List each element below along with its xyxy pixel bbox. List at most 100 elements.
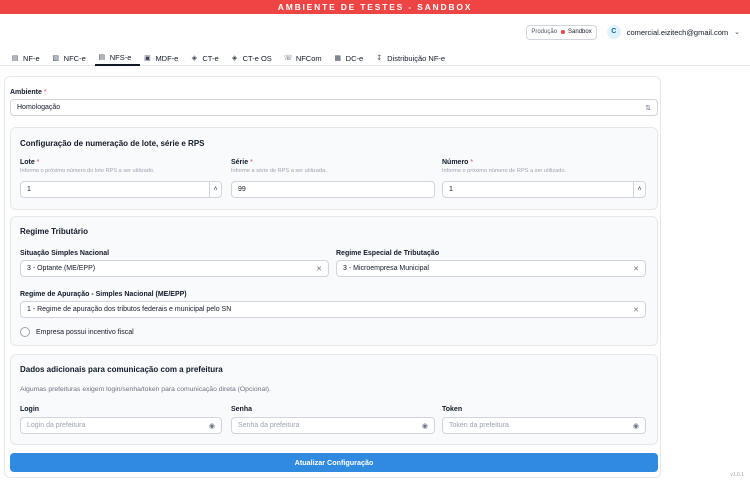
tab-dce[interactable]: ▦ DC-e (331, 50, 373, 66)
senha-label: Senha (231, 406, 253, 413)
package-icon: ◈ (231, 55, 238, 62)
login-label: Login (20, 406, 40, 413)
token-placeholder: Token da prefeitura (449, 422, 509, 429)
serie-hint: Informe a série de RPS a ser utilizada. (231, 168, 327, 174)
ambiente-label-text: Ambiente (10, 89, 42, 96)
regime-section: Regime Tributário Situação Simples Nacio… (10, 216, 658, 346)
required-mark: * (43, 89, 47, 96)
adicionais-title: Dados adicionais para comunicação com a … (20, 365, 223, 374)
tab-mdfe[interactable]: ▣ MDF-e (140, 50, 187, 66)
incentivo-checkbox[interactable] (20, 327, 30, 337)
incentivo-label: Empresa possui incentivo fiscal (36, 328, 134, 336)
tab-nfce[interactable]: ▧ NFC-e (49, 50, 95, 66)
tab-label: NFC-e (63, 53, 86, 63)
senha-placeholder: Senha da prefeitura (238, 422, 300, 429)
especial-label: Regime Especial de Tributação (336, 250, 440, 257)
top-bar: Produção Sandbox C comercial.eizitech@gm… (0, 14, 750, 50)
environment-toggle[interactable]: Produção Sandbox (526, 24, 597, 40)
tab-label: CT-e (202, 53, 219, 63)
token-label: Token (442, 406, 463, 413)
login-placeholder: Login da prefeitura (27, 422, 86, 429)
ambiente-label-wrap: Ambiente * (10, 89, 47, 96)
eye-icon[interactable]: ◉ (422, 418, 428, 433)
apuracao-value: 1 - Regime de apuração dos tributos fede… (27, 306, 232, 313)
tab-nfe[interactable]: ▤ NF-e (8, 50, 49, 66)
eye-icon[interactable]: ◉ (633, 418, 639, 433)
adicionais-section: Dados adicionais para comunicação com a … (10, 354, 658, 445)
apuracao-select[interactable]: 1 - Regime de apuração dos tributos fede… (20, 301, 646, 318)
serie-value: 99 (238, 186, 246, 193)
tab-distribuicao-nfe[interactable]: ↧ Distribuição NF-e (372, 50, 454, 66)
close-icon[interactable]: ✕ (316, 261, 322, 276)
select-updown-icon: ⇅ (645, 104, 651, 112)
download-icon: ↧ (376, 55, 383, 62)
tab-cte[interactable]: ◈ CT-e (187, 50, 227, 66)
regime-title: Regime Tributário (20, 227, 89, 236)
close-icon[interactable]: ✕ (633, 302, 639, 317)
tab-cte-os[interactable]: ◈ CT-e OS (228, 50, 281, 66)
document-icon: ▤ (11, 55, 19, 62)
env-sandbox[interactable]: Sandbox (561, 29, 592, 35)
tab-label: CT-e OS (242, 53, 272, 63)
ambiente-label: Ambiente * (10, 89, 47, 96)
tab-label: NFS-e (109, 52, 132, 62)
stepper-up-icon[interactable]: ˄ (209, 182, 221, 197)
numero-input[interactable]: 1 ˄ (442, 181, 646, 198)
especial-select[interactable]: 3 - Microempresa Municipal ✕ (336, 260, 646, 277)
token-input[interactable]: Token da prefeitura ◉ (442, 417, 646, 434)
truck-icon: ▣ (144, 55, 151, 62)
file-text-icon: ▤ (98, 54, 106, 61)
close-icon[interactable]: ✕ (633, 261, 639, 276)
serie-input[interactable]: 99 (231, 181, 435, 198)
boxes-icon: ▦ (334, 55, 341, 62)
numero-value: 1 (449, 186, 453, 193)
phone-icon: ☏ (283, 55, 293, 62)
serie-label: Série * (231, 159, 327, 166)
serie-group: Série * Informe a série de RPS a ser uti… (231, 159, 327, 174)
config-panel: Ambiente * Homologação ⇅ Configuração de… (4, 76, 661, 478)
ambiente-value: Homologação (17, 104, 61, 111)
avatar: C (606, 25, 621, 39)
version-label: v1.0.1 (730, 472, 744, 478)
numero-label: Número * (442, 159, 566, 166)
stepper-up-icon[interactable]: ˄ (633, 182, 645, 197)
receipt-icon: ▧ (52, 55, 59, 62)
ambiente-select[interactable]: Homologação ⇅ (10, 99, 658, 116)
user-menu[interactable]: C comercial.eizitech@gmail.com ⌄ (606, 25, 740, 39)
numero-label-text: Número (442, 159, 469, 166)
serie-label-text: Série (231, 159, 249, 166)
tab-label: NFCom (295, 53, 322, 63)
tab-label: NF-e (23, 53, 40, 63)
numeracao-title: Configuração de numeração de lote, série… (20, 139, 205, 148)
senha-input[interactable]: Senha da prefeitura ◉ (231, 417, 435, 434)
lote-label-text: Lote (20, 159, 35, 166)
tab-bar: ▤ NF-e ▧ NFC-e ▤ NFS-e ▣ MDF-e ◈ CT-e ◈ CT-e O… (0, 50, 750, 66)
required-mark: * (470, 159, 474, 166)
lote-label: Lote * (20, 159, 155, 166)
tab-label: DC-e (345, 53, 364, 63)
adicionais-subtitle: Algumas prefeituras exigem login/senha/t… (20, 386, 271, 393)
user-email: comercial.eizitech@gmail.com (626, 27, 729, 37)
numeracao-section: Configuração de numeração de lote, série… (10, 127, 658, 210)
simples-value: 3 - Optante (ME/EPP) (27, 265, 96, 272)
chevron-down-icon: ⌄ (734, 29, 740, 36)
tab-nfse[interactable]: ▤ NFS-e (94, 50, 141, 66)
incentivo-row[interactable]: Empresa possui incentivo fiscal (20, 327, 134, 337)
required-mark: * (250, 159, 253, 166)
status-dot-icon (561, 30, 566, 34)
sandbox-banner: AMBIENTE DE TESTES - SANDBOX (0, 0, 750, 14)
simples-label: Situação Simples Nacional (20, 250, 110, 257)
env-sandbox-label: Sandbox (568, 29, 592, 35)
package-icon: ◈ (191, 55, 198, 62)
tab-label: MDF-e (155, 53, 179, 63)
lote-input[interactable]: 1 ˄ (20, 181, 222, 198)
simples-select[interactable]: 3 - Optante (ME/EPP) ✕ (20, 260, 329, 277)
tab-label: Distribuição NF-e (387, 53, 446, 63)
eye-icon[interactable]: ◉ (209, 418, 215, 433)
update-config-button[interactable]: Atualizar Configuração (10, 453, 658, 472)
env-producao[interactable]: Produção (531, 29, 557, 35)
tab-nfcom[interactable]: ☏ NFCom (281, 50, 331, 66)
lote-hint: Informe o próximo número do lote RPS a s… (20, 168, 155, 174)
lote-value: 1 (27, 186, 31, 193)
login-input[interactable]: Login da prefeitura ◉ (20, 417, 222, 434)
